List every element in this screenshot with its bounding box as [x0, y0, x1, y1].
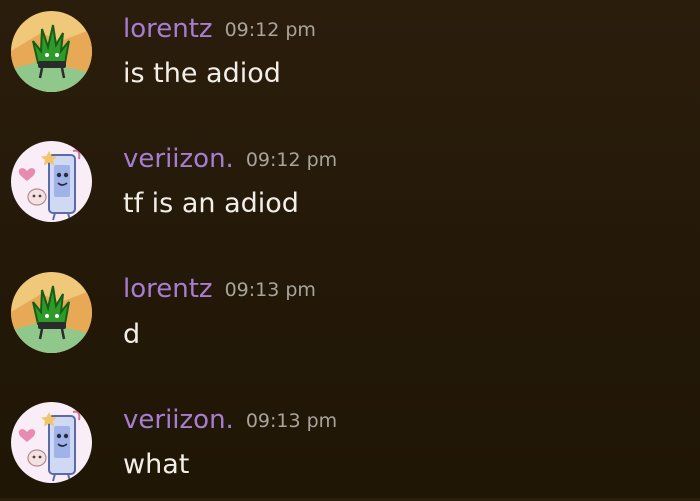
username[interactable]: veriizon. [123, 144, 234, 174]
message-item: lorentz 09:12 pm is the adiod [0, 0, 700, 110]
timestamp: 09:12 pm [224, 19, 316, 41]
username[interactable]: lorentz [123, 274, 213, 304]
message-text: d [123, 319, 141, 350]
phone-character-avatar[interactable] [11, 141, 92, 222]
message-header: lorentz 09:13 pm [123, 276, 316, 302]
phone-character-avatar[interactable] [11, 402, 92, 483]
username[interactable]: veriizon. [123, 405, 234, 435]
timestamp: 09:12 pm [245, 149, 338, 171]
fire-character-avatar[interactable] [11, 272, 92, 353]
message-text: is the adiod [123, 58, 281, 89]
message-text: tf is an adiod [123, 188, 299, 219]
message-item: veriizon. 09:13 pm what [0, 391, 700, 501]
username[interactable]: lorentz [123, 14, 213, 44]
fire-character-avatar[interactable] [11, 11, 92, 92]
timestamp: 09:13 pm [224, 279, 316, 301]
message-text: what [123, 449, 190, 480]
message-header: lorentz 09:12 pm [123, 16, 316, 42]
message-item: veriizon. 09:12 pm tf is an adiod [0, 130, 700, 240]
message-header: veriizon. 09:12 pm [123, 146, 337, 172]
message-item: lorentz 09:13 pm d [0, 261, 700, 371]
message-header: veriizon. 09:13 pm [123, 407, 337, 433]
chat-message-list: lorentz 09:12 pm is the adiod veriizon. 09… [0, 0, 700, 498]
timestamp: 09:13 pm [245, 410, 338, 432]
